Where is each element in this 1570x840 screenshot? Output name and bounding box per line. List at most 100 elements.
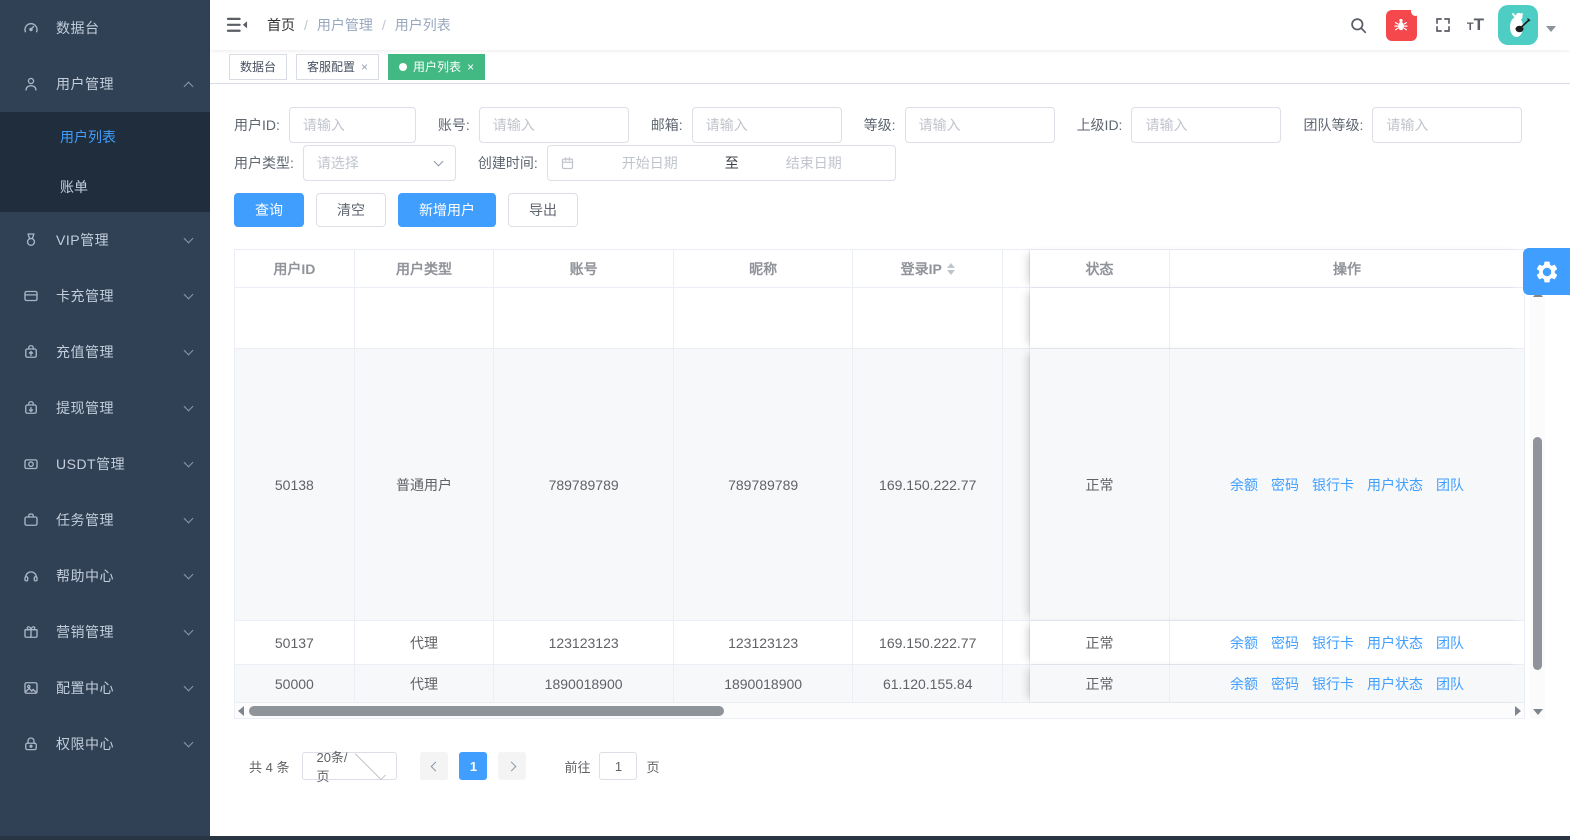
active-tab-dot	[399, 63, 407, 71]
settings-panel-button[interactable]	[1523, 248, 1570, 295]
user-id-input[interactable]	[289, 107, 416, 143]
cell-login-ip: 169.150.222.77	[853, 349, 1003, 620]
sidebar-item-config-center[interactable]: 配置中心	[0, 660, 210, 716]
chevron-down-icon	[355, 749, 386, 780]
end-date-placeholder[interactable]: 结束日期	[745, 153, 883, 173]
scroll-right-arrow-icon[interactable]	[1512, 706, 1524, 716]
pagination: 共 4 条 20条/页 1 前往 页	[234, 752, 1546, 780]
sidebar-collapse-icon[interactable]	[226, 15, 248, 35]
team-link[interactable]: 团队	[1436, 674, 1464, 694]
sidebar-item-recharge-management[interactable]: 充值管理	[0, 324, 210, 380]
scroll-left-arrow-icon[interactable]	[235, 706, 247, 716]
sidebar-item-help-center[interactable]: 帮助中心	[0, 548, 210, 604]
cell-user-id: 50137	[235, 621, 355, 664]
sidebar-item-withdraw-management[interactable]: 提现管理	[0, 380, 210, 436]
sidebar-item-user-management[interactable]: 用户管理	[0, 56, 210, 112]
close-icon[interactable]: ×	[361, 61, 368, 73]
password-link[interactable]: 密码	[1271, 633, 1299, 653]
current-page-button[interactable]: 1	[459, 752, 487, 780]
sidebar: 数据台 用户管理 用户列表 账单 V	[0, 0, 210, 840]
marketing-icon	[22, 623, 40, 641]
user-status-link[interactable]: 用户状态	[1367, 475, 1423, 495]
chevron-up-icon	[184, 81, 194, 91]
add-user-button[interactable]: 新增用户	[398, 193, 496, 227]
start-date-placeholder[interactable]: 开始日期	[581, 153, 719, 173]
password-link[interactable]: 密码	[1271, 475, 1299, 495]
balance-link[interactable]: 余额	[1230, 633, 1258, 653]
filter-label-parent-id: 上级ID:	[1077, 115, 1123, 135]
breadcrumb-home[interactable]: 首页	[267, 15, 295, 35]
team-link[interactable]: 团队	[1436, 633, 1464, 653]
sidebar-item-permission-center[interactable]: 权限中心	[0, 716, 210, 772]
sidebar-item-task-management[interactable]: 任务管理	[0, 492, 210, 548]
sidebar-item-usdt-management[interactable]: USDT管理	[0, 436, 210, 492]
password-link[interactable]: 密码	[1271, 674, 1299, 694]
sidebar-item-label: 卡充管理	[56, 286, 185, 306]
user-status-link[interactable]: 用户状态	[1367, 674, 1423, 694]
avatar[interactable]	[1498, 5, 1538, 45]
sidebar-item-marketing-management[interactable]: 营销管理	[0, 604, 210, 660]
page-size-select[interactable]: 20条/页	[302, 752, 397, 780]
level-input[interactable]	[905, 107, 1055, 143]
user-table: 用户ID 用户类型 账号 昵称 登录IP 状态 操作	[234, 249, 1545, 719]
breadcrumb-user-management: 用户管理	[317, 15, 373, 35]
caret-down-icon[interactable]	[1546, 26, 1556, 32]
help-icon	[22, 567, 40, 585]
team-link[interactable]: 团队	[1436, 475, 1464, 495]
sidebar-item-user-list[interactable]: 用户列表	[0, 112, 210, 162]
font-size-icon[interactable]: TT	[1467, 15, 1484, 35]
sidebar-item-bills[interactable]: 账单	[0, 162, 210, 212]
sidebar-item-card-recharge[interactable]: 卡充管理	[0, 268, 210, 324]
cell-account: 123123123	[494, 621, 674, 664]
chevron-down-icon	[184, 457, 194, 467]
page-jumper: 前往 页	[564, 752, 659, 780]
horizontal-scrollbar[interactable]	[234, 703, 1525, 719]
next-page-button[interactable]	[498, 752, 526, 780]
close-icon[interactable]: ×	[467, 61, 474, 73]
search-button[interactable]: 查询	[234, 193, 304, 227]
create-time-range-picker[interactable]: 开始日期 至 结束日期	[547, 145, 896, 181]
user-status-link[interactable]: 用户状态	[1367, 633, 1423, 653]
jumper-suffix: 页	[646, 757, 659, 776]
bank-card-link[interactable]: 银行卡	[1312, 633, 1354, 653]
recharge-icon	[22, 343, 40, 361]
search-icon[interactable]	[1349, 16, 1368, 35]
user-type-select[interactable]: 请选择	[303, 145, 456, 181]
col-header-login-ip[interactable]: 登录IP	[853, 250, 1003, 287]
balance-link[interactable]: 余额	[1230, 674, 1258, 694]
team-level-input[interactable]	[1372, 107, 1522, 143]
sort-caret-icon[interactable]	[947, 263, 955, 275]
navbar-actions: TT	[1349, 5, 1556, 45]
parent-id-input[interactable]	[1131, 107, 1281, 143]
bank-card-link[interactable]: 银行卡	[1312, 674, 1354, 694]
scroll-down-arrow-icon[interactable]	[1533, 709, 1543, 715]
sidebar-item-label: 配置中心	[56, 678, 185, 698]
clear-button[interactable]: 清空	[316, 193, 386, 227]
export-button[interactable]: 导出	[508, 193, 578, 227]
chevron-down-icon	[184, 401, 194, 411]
sidebar-item-dashboard[interactable]: 数据台	[0, 0, 210, 56]
balance-link[interactable]: 余额	[1230, 475, 1258, 495]
fullscreen-icon[interactable]	[1434, 16, 1452, 34]
bank-card-link[interactable]: 银行卡	[1312, 475, 1354, 495]
prev-page-button[interactable]	[420, 752, 448, 780]
tab-user-list[interactable]: 用户列表 ×	[388, 54, 485, 80]
vertical-scrollbar[interactable]	[1530, 287, 1545, 719]
vertical-scrollbar-thumb[interactable]	[1533, 437, 1542, 670]
jumper-prefix: 前往	[564, 757, 590, 776]
horizontal-scrollbar-thumb[interactable]	[249, 706, 724, 716]
bug-report-button[interactable]	[1386, 10, 1417, 41]
top-navbar: 首页 / 用户管理 / 用户列表	[210, 0, 1570, 50]
notification-dot	[1411, 7, 1420, 16]
chevron-down-icon	[184, 289, 194, 299]
account-input[interactable]	[479, 107, 629, 143]
breadcrumb-separator: /	[382, 17, 386, 33]
sidebar-item-vip-management[interactable]: VIP管理	[0, 212, 210, 268]
email-input[interactable]	[692, 107, 842, 143]
tab-customer-service-config[interactable]: 客服配置 ×	[296, 54, 379, 80]
page-jumper-input[interactable]	[599, 752, 637, 780]
filter-row-2: 用户类型: 请选择 创建时间: 开始日期	[234, 145, 1546, 181]
tab-label: 数据台	[240, 58, 276, 75]
cell-user-type: 代理	[355, 665, 495, 702]
tab-dashboard[interactable]: 数据台	[229, 54, 287, 80]
